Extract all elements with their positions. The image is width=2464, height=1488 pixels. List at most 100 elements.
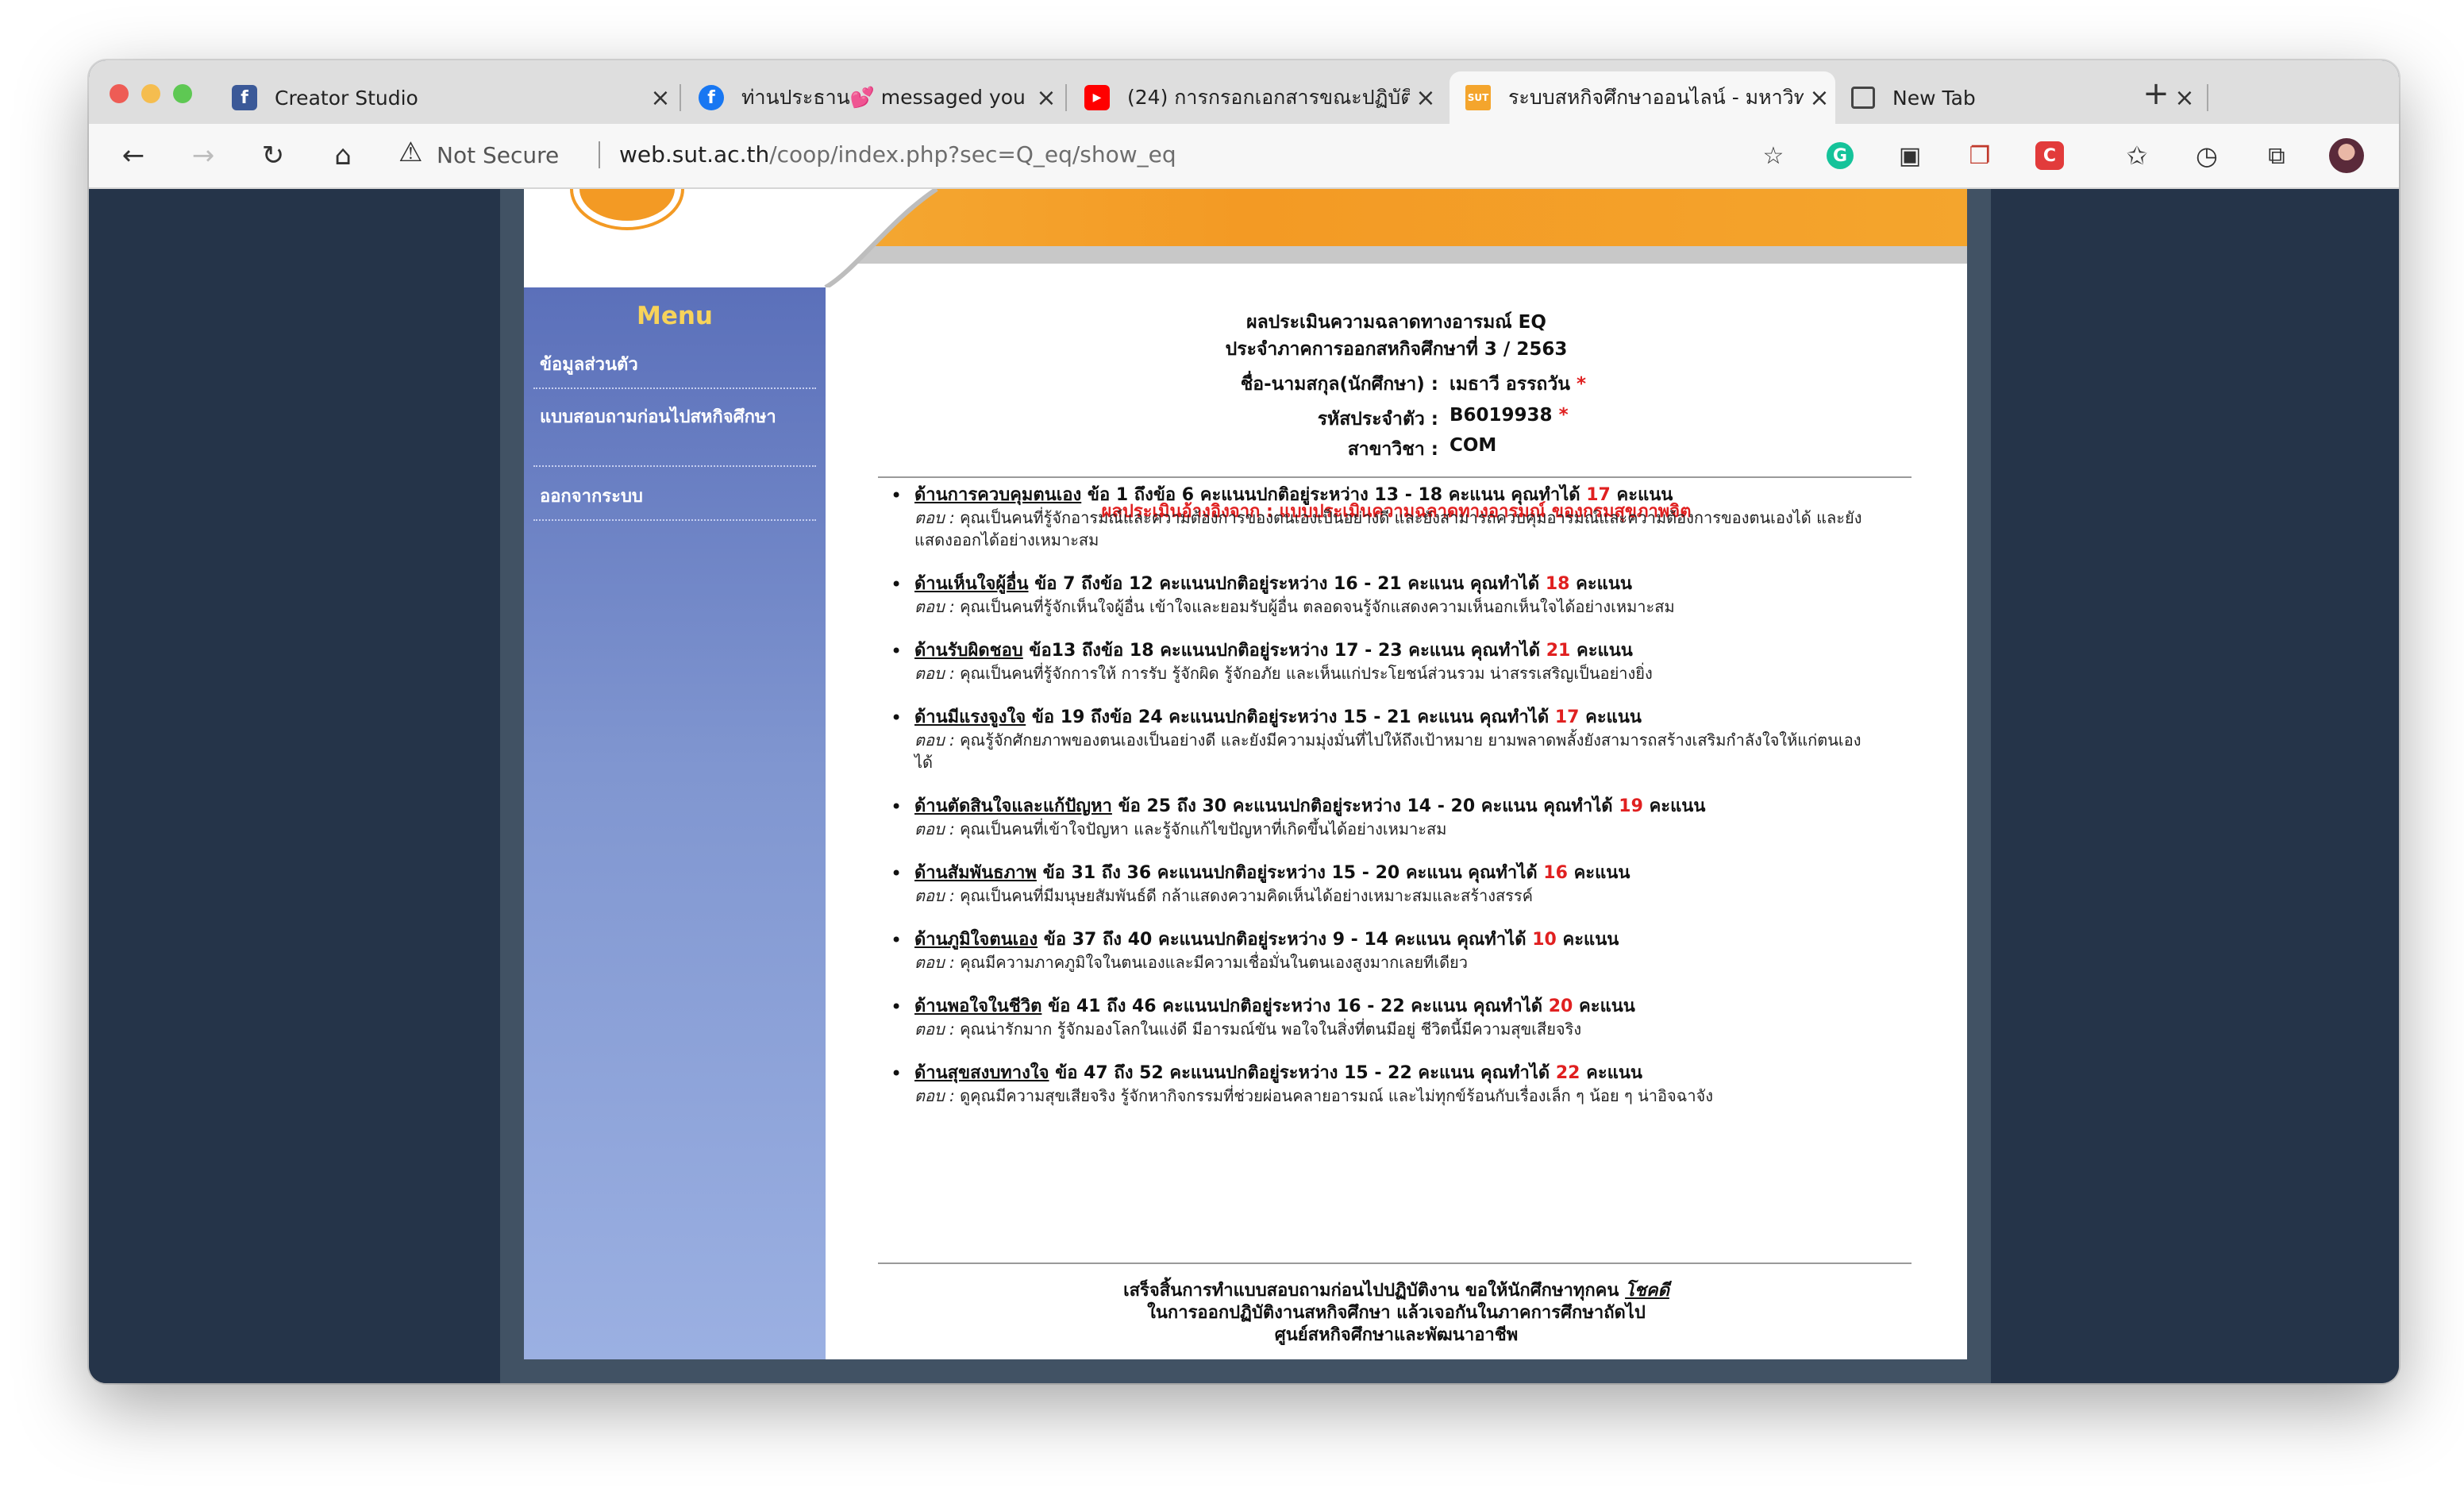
new-tab-button[interactable]: + (2139, 75, 2173, 112)
score-range: ข้อ 25 ถึง 30 คะแนนปกติอยู่ระหว่าง 14 - … (1118, 796, 1613, 816)
footer-line-2: ในการออกปฏิบัติงานสหกิจศึกษา แล้วเจอกันใ… (1147, 1303, 1646, 1323)
eq-result-line: ด้านมีแรงจูงใจ ข้อ 19 ถึงข้อ 24 คะแนนปกต… (914, 707, 1867, 729)
eq-answer: ตอบ : คุณเป็นคนที่รู้จักเห็นใจผู้อื่น เข… (914, 596, 1867, 618)
bullet: • (891, 707, 903, 729)
home-icon[interactable]: ⌂ (325, 138, 360, 173)
browser-toolbar: ← → ↻ ⌂ ⚠ Not Secure web.sut.ac.th/coop/… (89, 124, 2399, 189)
picture-in-picture-icon[interactable]: ▣ (1892, 138, 1927, 173)
score-value: 18 (1545, 574, 1570, 594)
eq-result-line: ด้านตัดสินใจและแก้ปัญหา ข้อ 25 ถึง 30 คะ… (914, 796, 1867, 818)
aspect-name: ด้านพอใจในชีวิต (914, 996, 1042, 1016)
answer-text: คุณเป็นคนที่เข้าใจปัญหา และรู้จักแก้ไขปั… (960, 819, 1447, 838)
eq-result-line: ด้านเห็นใจผู้อื่น ข้อ 7 ถึงข้อ 12 คะแนนป… (914, 573, 1867, 596)
tab-youtube[interactable]: ▶ (24) การกรอกเอกสารขณะปฏิบัติงา × (1068, 71, 1442, 124)
score-value: 10 (1532, 930, 1557, 950)
close-tab-icon[interactable]: × (1030, 84, 1062, 112)
address-bar[interactable]: ⚠ Not Secure web.sut.ac.th/coop/index.ph… (391, 132, 1804, 179)
answer-prefix: ตอบ : (914, 819, 955, 838)
forward-arrow-icon[interactable]: → (186, 138, 221, 173)
extension-icon[interactable]: ❐ (1962, 138, 1997, 173)
history-icon[interactable]: ◷ (2189, 138, 2224, 173)
footer-line-3: ศูนย์สหกิจศึกษาและพัฒนาอาชีพ (1274, 1325, 1519, 1345)
aspect-name: ด้านสัมพันธภาพ (914, 863, 1037, 883)
answer-text: คุณมีความภาคภูมิใจในตนเองและมีความเชื่อม… (960, 953, 1468, 972)
tab-title: ท่านประธาน💕 messaged you (741, 86, 1026, 109)
sut-icon: SUT (1465, 85, 1491, 110)
url-text[interactable]: web.sut.ac.th/coop/index.php?sec=Q_eq/sh… (619, 141, 1176, 168)
bullet: • (891, 1062, 903, 1085)
close-window-button[interactable] (110, 84, 129, 103)
tab-strip: f Creator Studio × f ท่านประธาน💕 message… (89, 60, 2399, 124)
score-range: ข้อ 1 ถึงข้อ 6 คะแนนปกติอยู่ระหว่าง 13 -… (1087, 485, 1580, 505)
add-favorite-icon[interactable]: ☆ (1756, 138, 1791, 173)
close-tab-icon[interactable]: × (1410, 84, 1442, 112)
score-value: 16 (1543, 863, 1568, 883)
eq-result-item: • ด้านการควบคุมตนเอง ข้อ 1 ถึงข้อ 6 คะแนน… (891, 484, 1867, 551)
answer-prefix: ตอบ : (914, 1086, 955, 1105)
answer-prefix: ตอบ : (914, 508, 955, 527)
aspect-name: ด้านเห็นใจผู้อื่น (914, 574, 1029, 594)
major-value: COM (1450, 435, 1497, 456)
warning-icon: ⚠ (398, 137, 423, 168)
collections-icon[interactable]: ⧉ (2259, 138, 2294, 173)
close-tab-icon[interactable]: × (645, 84, 676, 112)
zoom-window-button[interactable] (173, 84, 192, 103)
page: Menu ข้อมูลส่วนตัว แบบสอบถามก่อนไปสหกิจศ… (524, 189, 1967, 1359)
extension-red-icon[interactable]: C (2032, 138, 2067, 173)
facebook-icon: f (699, 85, 724, 110)
eq-result-panel: ผลประเมินความฉลาดทางอารมณ์ EQ ประจำภาคกา… (826, 287, 1967, 1359)
avatar[interactable] (2329, 138, 2364, 173)
sidebar-item-profile[interactable]: ข้อมูลส่วนตัว (540, 354, 810, 376)
sidebar-item-logout[interactable]: ออกจากระบบ (540, 486, 810, 508)
reload-icon[interactable]: ↻ (256, 138, 291, 173)
score-unit: คะแนน (1616, 485, 1673, 505)
close-tab-icon[interactable]: × (1804, 84, 1835, 112)
score-range: ข้อ 31 ถึง 36 คะแนนปกติอยู่ระหว่าง 15 - … (1042, 863, 1538, 883)
tab-creator-studio[interactable]: f Creator Studio × (216, 71, 676, 124)
eq-result-line: ด้านภูมิใจตนเอง ข้อ 37 ถึง 40 คะแนนปกติอ… (914, 929, 1867, 951)
favorites-icon[interactable]: ✩ (2119, 138, 2154, 173)
tab-messenger[interactable]: f ท่านประธาน💕 messaged you × (683, 71, 1062, 124)
security-label[interactable]: Not Secure (437, 142, 559, 168)
page-title: ผลประเมินความฉลาดทางอารมณ์ EQ (1246, 312, 1546, 333)
grammarly-icon[interactable]: G (1823, 138, 1858, 173)
score-unit: คะแนน (1579, 996, 1635, 1016)
sidebar-item-pre-survey[interactable]: แบบสอบถามก่อนไปสหกิจศึกษา (540, 407, 810, 429)
close-tab-icon[interactable]: × (2169, 84, 2200, 112)
answer-text: คุณน่ารักมาก รู้จักมองโลกในแง่ดี มีอารมณ… (960, 1020, 1582, 1039)
tab-title: ระบบสหกิจศึกษาออนไลน์ - มหาวิท (1508, 86, 1804, 109)
score-range: ข้อ 41 ถึง 46 คะแนนปกติอยู่ระหว่าง 16 - … (1048, 996, 1543, 1016)
eq-result-item: • ด้านตัดสินใจและแก้ปัญหา ข้อ 25 ถึง 30 ค… (891, 796, 1867, 840)
student-name-value: เมธาวี อรรถวัน * (1450, 374, 1587, 395)
bullet: • (891, 929, 903, 951)
tab-title: New Tab (1892, 86, 1976, 110)
browser-window: f Creator Studio × f ท่านประธาน💕 message… (89, 60, 2399, 1383)
score-value: 19 (1619, 796, 1643, 816)
eq-answer: ตอบ : คุณเป็นคนที่เข้าใจปัญหา และรู้จักแ… (914, 818, 1867, 840)
score-unit: คะแนน (1586, 1063, 1642, 1083)
eq-result-item: • ด้านสุขสงบทางใจ ข้อ 47 ถึง 52 คะแนนปกติ… (891, 1062, 1867, 1107)
aspect-name: ด้านการควบคุมตนเอง (914, 485, 1082, 505)
eq-result-line: ด้านสุขสงบทางใจ ข้อ 47 ถึง 52 คะแนนปกติอ… (914, 1062, 1867, 1085)
answer-prefix: ตอบ : (914, 953, 955, 972)
web-content: Menu ข้อมูลส่วนตัว แบบสอบถามก่อนไปสหกิจศ… (89, 189, 2399, 1383)
youtube-icon: ▶ (1084, 85, 1110, 110)
score-value: 21 (1546, 641, 1571, 661)
banner-graphic (524, 189, 1967, 287)
eq-answer: ตอบ : คุณรู้จักศักยภาพของตนเองเป็นอย่างด… (914, 729, 1867, 773)
score-unit: คะแนน (1562, 930, 1619, 950)
eq-result-item: • ด้านมีแรงจูงใจ ข้อ 19 ถึงข้อ 24 คะแนนปก… (891, 707, 1867, 773)
eq-result-line: ด้านการควบคุมตนเอง ข้อ 1 ถึงข้อ 6 คะแนนป… (914, 484, 1867, 507)
back-arrow-icon[interactable]: ← (116, 138, 151, 173)
bullet: • (891, 796, 903, 818)
score-unit: คะแนน (1577, 641, 1633, 661)
tab-sut-coop[interactable]: SUT ระบบสหกิจศึกษาออนไลน์ - มหาวิท × (1450, 71, 1835, 124)
answer-text: คุณเป็นคนที่รู้จักการให้ การรับ รู้จักผิ… (960, 664, 1653, 683)
answer-text: คุณเป็นคนที่รู้จักเห็นใจผู้อื่น เข้าใจแล… (960, 597, 1675, 616)
answer-text: คุณเป็นคนที่มีมนุษยสัมพันธ์ดี กล้าแสดงคว… (960, 886, 1534, 905)
eq-result-item: • ด้านเห็นใจผู้อื่น ข้อ 7 ถึงข้อ 12 คะแนน… (891, 573, 1867, 618)
bullet: • (891, 640, 903, 662)
minimize-window-button[interactable] (141, 84, 160, 103)
answer-prefix: ตอบ : (914, 597, 955, 616)
eq-answer: ตอบ : คุณเป็นคนที่รู้จักการให้ การรับ รู… (914, 662, 1867, 684)
